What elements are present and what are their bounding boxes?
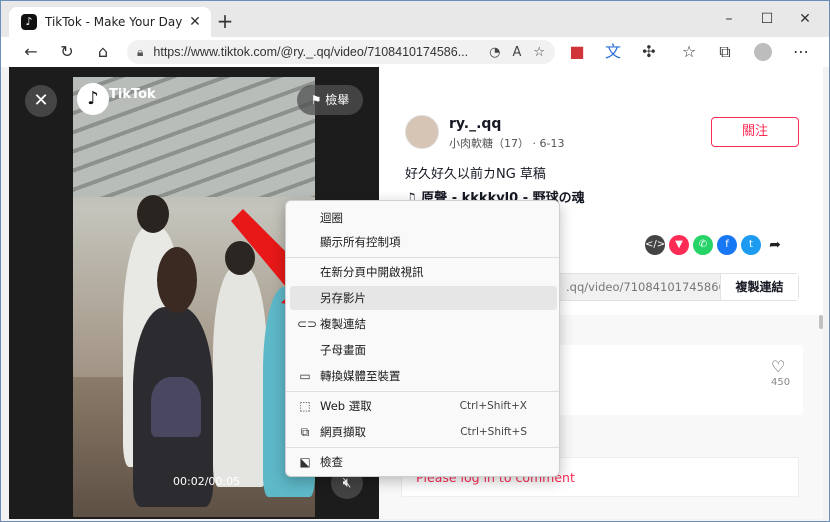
report-label: 檢舉 [325, 93, 350, 107]
ctx-label: 轉換媒體至裝置 [320, 369, 401, 383]
close-window-button[interactable]: ✕ [787, 9, 823, 29]
minimize-button[interactable]: – [711, 9, 747, 29]
browser-toolbar: ← ↻ ⌂ 🔒︎ https://www.tiktok.com/@ry._.qq… [1, 37, 829, 67]
close-tab-icon[interactable]: ✕ [187, 14, 203, 30]
ctx-label: 另存影片 [320, 291, 366, 305]
translate-extension-icon[interactable]: 文 [601, 41, 625, 63]
read-aloud-icon[interactable]: A [512, 45, 521, 60]
whatsapp-icon[interactable]: ✆ [693, 235, 713, 255]
ctx-save-video[interactable]: 另存影片 [290, 286, 557, 310]
share-icons: </> ▼ ✆ f t ➦ [645, 235, 785, 255]
embed-icon[interactable]: </> [645, 235, 665, 255]
ctx-copy-link[interactable]: ⊂⊃ 複製連結 [290, 312, 557, 336]
follow-button[interactable]: 關注 [711, 117, 799, 147]
ctx-web-capture[interactable]: ⧉ 網頁擷取 Ctrl+Shift+S [290, 420, 557, 444]
collection-extension-icon[interactable]: ■ [565, 41, 589, 63]
browser-window: ♪ TikTok - Make Your Day ✕ + – ☐ ✕ ← ↻ ⌂… [0, 0, 830, 522]
close-video-button[interactable]: ✕ [25, 85, 57, 117]
tab-title: TikTok - Make Your Day [45, 15, 183, 29]
favorites-icon[interactable]: ☆ [677, 41, 701, 63]
post-caption: 好久好久以前カNG 草稿 [405, 167, 546, 182]
ctx-inspect[interactable]: ⬕ 檢查 [290, 450, 557, 474]
screenshot-icon: ⧉ [300, 425, 310, 439]
ctx-cast-media[interactable]: ▭ 轉換媒體至裝置 [290, 364, 557, 388]
home-icon[interactable]: ⌂ [91, 41, 115, 63]
blocked-popup-icon[interactable]: ◔ [489, 45, 500, 60]
ctx-picture-in-picture[interactable]: 子母畫面 [290, 338, 557, 362]
share-more-icon[interactable]: ➦ [765, 235, 785, 255]
ctx-label: 網頁擷取 [320, 425, 366, 439]
report-button[interactable]: ⚑ 檢舉 [297, 85, 363, 115]
author-avatar[interactable] [405, 115, 439, 149]
extensions-icon[interactable]: ✣ [637, 41, 661, 63]
ctx-shortcut: Ctrl+Shift+S [460, 426, 527, 438]
ctx-shortcut: Ctrl+Shift+X [459, 400, 527, 412]
maximize-button[interactable]: ☐ [749, 9, 785, 29]
cast-icon: ▭ [299, 369, 311, 383]
scrollbar-thumb[interactable] [819, 315, 823, 329]
like-count: 450 [771, 377, 791, 388]
link-icon: ⊂⊃ [297, 317, 318, 331]
web-select-icon: ⬚ [299, 399, 311, 413]
tiktok-logo-icon: ♪ [77, 83, 109, 115]
video-time: 00:02/00:05 [173, 475, 241, 488]
address-bar[interactable]: 🔒︎ https://www.tiktok.com/@ry._.qq/video… [127, 40, 555, 64]
send-to-friends-icon[interactable]: ▼ [669, 235, 689, 255]
url-text: https://www.tiktok.com/@ry._.qq/video/71… [153, 45, 469, 59]
facebook-icon[interactable]: f [717, 235, 737, 255]
favorite-star-icon[interactable]: ☆ [533, 45, 545, 60]
refresh-icon[interactable]: ↻ [55, 41, 79, 63]
ctx-separator [286, 447, 559, 448]
ctx-open-video-new-tab[interactable]: 在新分頁中開啟視訊 [290, 260, 557, 284]
ctx-show-controls[interactable]: 顯示所有控制項 [290, 230, 557, 254]
ctx-web-select[interactable]: ⬚ Web 選取 Ctrl+Shift+X [290, 394, 557, 418]
collections-icon[interactable]: ⧉ [713, 41, 737, 63]
copy-link-button[interactable]: 複製連結 [720, 274, 798, 300]
ctx-separator [286, 391, 559, 392]
author-meta: 小肉軟糖（17） · 6-13 [449, 137, 565, 150]
ctx-label: 顯示所有控制項 [320, 235, 401, 249]
ctx-label: 子母畫面 [320, 343, 366, 357]
ctx-separator [286, 257, 559, 258]
tiktok-icon: ♪ [21, 14, 37, 30]
plaid-skirt [151, 377, 201, 437]
ctx-loop[interactable]: 迴圈 [290, 206, 557, 230]
more-menu-icon[interactable]: ⋯ [789, 41, 813, 63]
tab-tiktok[interactable]: ♪ TikTok - Make Your Day ✕ [9, 7, 211, 37]
twitter-icon[interactable]: t [741, 235, 761, 255]
ctx-label: 檢查 [320, 455, 343, 469]
tab-bar: ♪ TikTok - Make Your Day ✕ + – ☐ ✕ [1, 1, 829, 37]
ctx-label: 迴圈 [320, 211, 343, 225]
ctx-label: 複製連結 [320, 317, 366, 331]
ctx-label: Web 選取 [320, 399, 372, 413]
author-name[interactable]: ry._.qq [449, 116, 501, 132]
lock-icon: 🔒︎ [137, 44, 144, 59]
back-icon[interactable]: ← [19, 41, 43, 63]
like-heart-icon[interactable]: ♡ [771, 357, 785, 376]
context-menu: 迴圈 顯示所有控制項 在新分頁中開啟視訊 另存影片 ⊂⊃ 複製連結 子母畫面 ▭ 轉… [285, 200, 560, 477]
inspect-icon: ⬕ [299, 455, 311, 469]
tiktok-brand: TikTok [109, 87, 156, 102]
person-head [157, 247, 197, 313]
person-head [137, 195, 169, 233]
profile-avatar-icon[interactable] [751, 41, 775, 63]
new-tab-button[interactable]: + [215, 11, 235, 31]
ctx-label: 在新分頁中開啟視訊 [320, 265, 424, 279]
